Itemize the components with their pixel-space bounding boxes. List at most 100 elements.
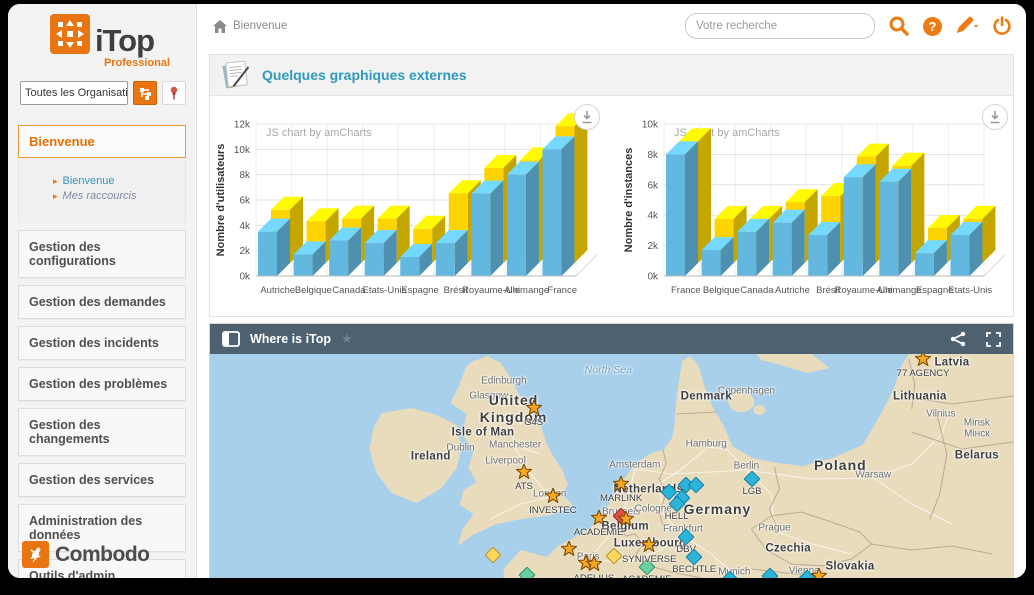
sidebar-item[interactable]: Gestion des demandes — [18, 285, 186, 319]
svg-text:2k: 2k — [647, 241, 659, 252]
svg-text:10k: 10k — [642, 120, 659, 131]
map-marker-diamond[interactable] — [521, 569, 533, 578]
map-marker-label[interactable]: BECHTLE — [672, 564, 716, 575]
svg-text:Allemange: Allemange — [504, 285, 549, 296]
collapse-panel-icon[interactable] — [222, 331, 240, 347]
bienvenue-submenu: ▸Bienvenue ▸Mes raccourcis — [18, 158, 186, 223]
svg-text:Nombre d'instances: Nombre d'instances — [623, 148, 635, 253]
home-icon — [213, 20, 227, 33]
svg-text:Etats-Unis: Etats-Unis — [948, 285, 992, 296]
breadcrumb[interactable]: Bienvenue — [213, 20, 287, 33]
map-country-label: Ireland — [411, 451, 451, 464]
chart-users-svg: 0k2k4k6k8k10k12kJS chart by amChartsAutr… — [212, 110, 604, 312]
map-marker-label[interactable]: ADELIUS — [574, 573, 615, 578]
notepad-icon — [220, 60, 252, 90]
map-country-label: Lithuania — [893, 391, 947, 404]
pin-menu-button[interactable] — [162, 81, 186, 105]
map-marker-star[interactable] — [561, 541, 577, 561]
organization-select[interactable]: Toutes les Organisatior▼ — [20, 81, 128, 105]
breadcrumb-label: Bienvenue — [233, 20, 287, 32]
map-marker-diamond[interactable] — [671, 498, 683, 510]
map-marker-diamond[interactable] — [724, 573, 736, 578]
logo-title: iTop — [95, 28, 154, 54]
map-country-label: Denmark — [681, 391, 732, 404]
topbar: Bienvenue ? — [197, 4, 1026, 48]
dashboard-content: Quelques graphiques externes 0k2k4k6k8k1… — [197, 48, 1026, 578]
svg-text:Canada: Canada — [332, 285, 366, 296]
favorite-star-icon[interactable]: ★ — [341, 331, 353, 347]
app-window: iTop Professional Toutes les Organisatio… — [8, 4, 1026, 578]
pushpin-icon — [168, 86, 180, 100]
map-canvas[interactable]: EdinburghGlasgowDublinManchesterLiverpoo… — [210, 354, 1013, 578]
sidebar-item-bienvenue[interactable]: Bienvenue — [18, 125, 186, 158]
sidebar-item[interactable]: Gestion des configurations — [18, 230, 186, 278]
logoff-power-icon[interactable] — [992, 16, 1012, 36]
map-marker-diamond[interactable] — [487, 549, 499, 561]
map-city-label: Hamburg — [686, 438, 727, 450]
charts-panel-header: Quelques graphiques externes — [210, 55, 1013, 96]
map-city-label: Copenhagen — [718, 386, 775, 398]
bullet-icon: ▸ — [53, 177, 58, 186]
map-marker-label[interactable]: 77 AGENCY — [897, 368, 950, 379]
map-marker-diamond[interactable] — [680, 531, 692, 543]
combodo-logo: Combodo — [22, 541, 149, 568]
chart-instances: 0k2k4k6k8k10kJS chart by amChartsFranceB… — [620, 110, 1012, 312]
sidebar: iTop Professional Toutes les Organisatio… — [8, 4, 197, 578]
svg-text:10k: 10k — [234, 145, 251, 156]
map-marker-diamond[interactable] — [764, 570, 776, 578]
chart-download-button[interactable] — [982, 104, 1008, 130]
map-city-label: Amsterdam — [609, 459, 660, 471]
map-marker-diamond[interactable] — [690, 479, 702, 491]
search-icon[interactable] — [888, 15, 910, 37]
chart-download-button[interactable] — [574, 104, 600, 130]
map-marker-star[interactable] — [811, 568, 827, 578]
svg-text:JS chart by amCharts: JS chart by amCharts — [266, 127, 372, 139]
map-marker-label[interactable]: MARLINK — [600, 493, 642, 504]
sidebar-sublink[interactable]: ▸Mes raccourcis — [53, 190, 179, 202]
map-marker-label[interactable]: ACADEMIE — [574, 527, 624, 538]
edit-menu-icon[interactable] — [955, 16, 979, 36]
map-marker-label[interactable]: HELL — [665, 511, 689, 522]
map-city-label: Minsk Мінск — [964, 417, 990, 440]
map-title: Where is iTop — [250, 332, 331, 346]
map-marker-label[interactable]: INVESTEC — [529, 505, 577, 516]
main-area: Bienvenue ? — [197, 4, 1026, 578]
svg-text:12k: 12k — [234, 120, 251, 131]
map-marker-label[interactable]: SYNIVERSE — [622, 554, 676, 565]
svg-text:8k: 8k — [239, 170, 251, 181]
sidebar-item[interactable]: Gestion des changements — [18, 408, 186, 456]
org-hierarchy-button[interactable] — [133, 81, 157, 105]
help-icon[interactable]: ? — [923, 17, 942, 36]
bullet-icon: ▸ — [53, 192, 58, 201]
chart-users: 0k2k4k6k8k10k12kJS chart by amChartsAutr… — [212, 110, 604, 312]
map-marker-diamond[interactable] — [688, 551, 700, 563]
map-panel: Where is iTop ★ — [209, 323, 1014, 578]
svg-text:0k: 0k — [647, 272, 659, 283]
share-icon[interactable] — [950, 331, 966, 347]
sidebar-sublink[interactable]: ▸Bienvenue — [53, 175, 179, 187]
fullscreen-icon[interactable] — [986, 332, 1001, 347]
map-marker-label[interactable]: ATS — [515, 481, 533, 492]
svg-text:0k: 0k — [239, 272, 251, 283]
sidebar-item[interactable]: Gestion des incidents — [18, 326, 186, 360]
map-sea-label: North Sea — [585, 364, 632, 376]
map-overlay: EdinburghGlasgowDublinManchesterLiverpoo… — [210, 354, 1013, 578]
map-city-label: Warsaw — [855, 470, 891, 482]
map-city-label: Prague — [758, 522, 790, 534]
map-marker-label[interactable]: G4S — [524, 417, 543, 428]
search-input[interactable] — [685, 13, 875, 39]
sidebar-item[interactable]: Gestion des problèmes — [18, 367, 186, 401]
sidebar-menu: Gestion des configurations Gestion des de… — [8, 230, 196, 578]
sidebar-item[interactable]: Gestion des services — [18, 463, 186, 497]
map-country-label: Belarus — [955, 450, 999, 463]
svg-text:France: France — [547, 285, 577, 296]
map-marker-label[interactable]: LGB — [743, 486, 762, 497]
map-marker-diamond[interactable] — [608, 550, 620, 562]
itop-logo-icon — [50, 14, 90, 54]
map-marker-label[interactable]: ACADEMIE — [622, 574, 672, 578]
map-city-label: Dublin — [446, 442, 474, 454]
map-marker-diamond[interactable] — [746, 473, 758, 485]
map-marker-star[interactable] — [618, 511, 634, 531]
map-country-label: Germany — [684, 501, 752, 517]
charts-row: 0k2k4k6k8k10k12kJS chart by amChartsAutr… — [210, 96, 1013, 316]
